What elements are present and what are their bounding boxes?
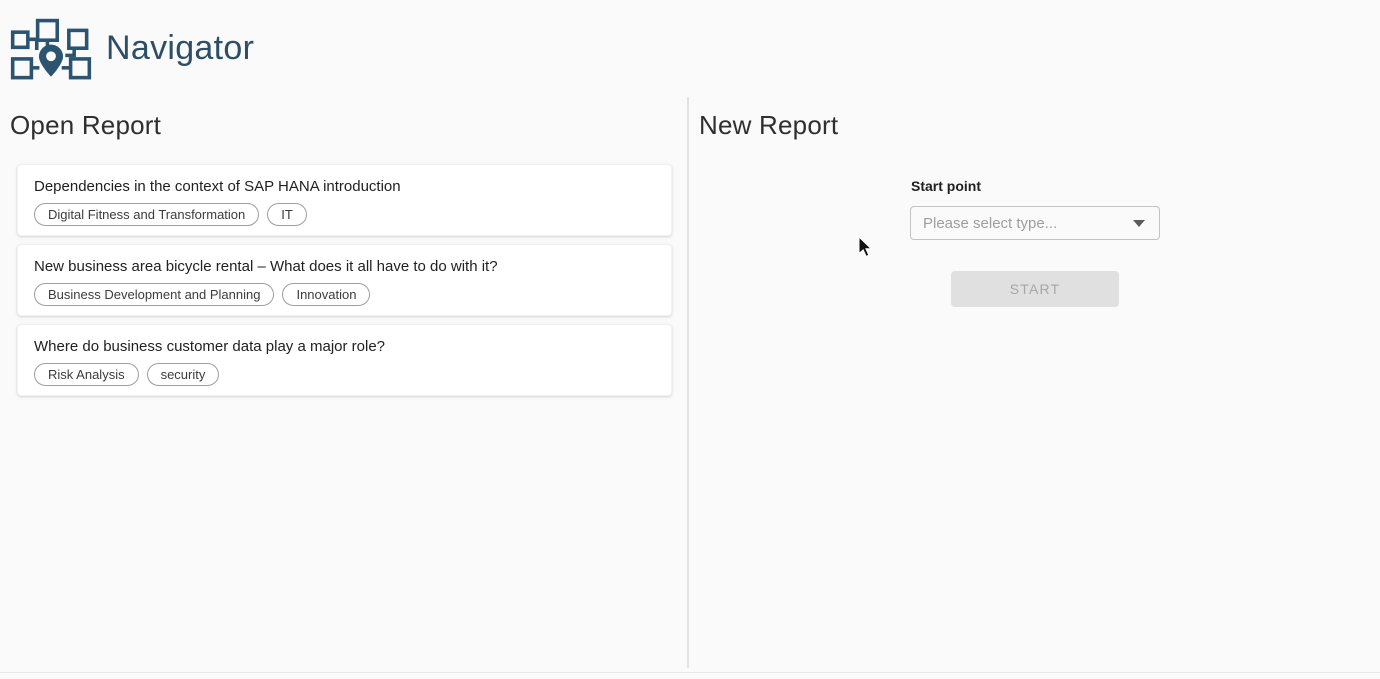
report-list: Dependencies in the context of SAP HANA …: [17, 164, 672, 396]
report-tag-chip: Risk Analysis: [34, 363, 139, 386]
open-report-panel: Open Report Dependencies in the context …: [0, 97, 689, 668]
start-button[interactable]: START: [951, 271, 1119, 307]
app-root: Navigator Open Report Dependencies in th…: [0, 0, 1380, 679]
content-area: Open Report Dependencies in the context …: [0, 97, 1380, 679]
start-point-select[interactable]: Please select type...: [910, 206, 1160, 240]
report-tag-chip: security: [147, 363, 220, 386]
report-tag-chip: Digital Fitness and Transformation: [34, 203, 259, 226]
report-tag-chip: Business Development and Planning: [34, 283, 274, 306]
report-title: Where do business customer data play a m…: [34, 338, 655, 355]
start-point-label: Start point: [911, 178, 981, 194]
report-card[interactable]: Where do business customer data play a m…: [17, 324, 672, 396]
report-title: New business area bicycle rental – What …: [34, 258, 655, 275]
open-report-heading: Open Report: [0, 97, 687, 141]
report-tags: Business Development and Planning Innovat…: [34, 283, 655, 306]
report-tags: Digital Fitness and Transformation IT: [34, 203, 655, 226]
report-card[interactable]: New business area bicycle rental – What …: [17, 244, 672, 316]
chevron-down-icon: [1133, 220, 1145, 227]
navigator-logo-icon: [10, 17, 92, 83]
report-title: Dependencies in the context of SAP HANA …: [34, 178, 655, 195]
report-tags: Risk Analysis security: [34, 363, 655, 386]
report-card[interactable]: Dependencies in the context of SAP HANA …: [17, 164, 672, 236]
bottom-divider: [0, 672, 1380, 673]
report-tag-chip: IT: [267, 203, 307, 226]
app-header: Navigator: [0, 0, 1380, 97]
app-title: Navigator: [106, 29, 254, 68]
select-placeholder: Please select type...: [923, 215, 1133, 232]
new-report-form: Start point Please select type... START: [689, 97, 1380, 679]
report-tag-chip: Innovation: [282, 283, 370, 306]
new-report-panel: New Report Start point Please select typ…: [689, 97, 1380, 679]
